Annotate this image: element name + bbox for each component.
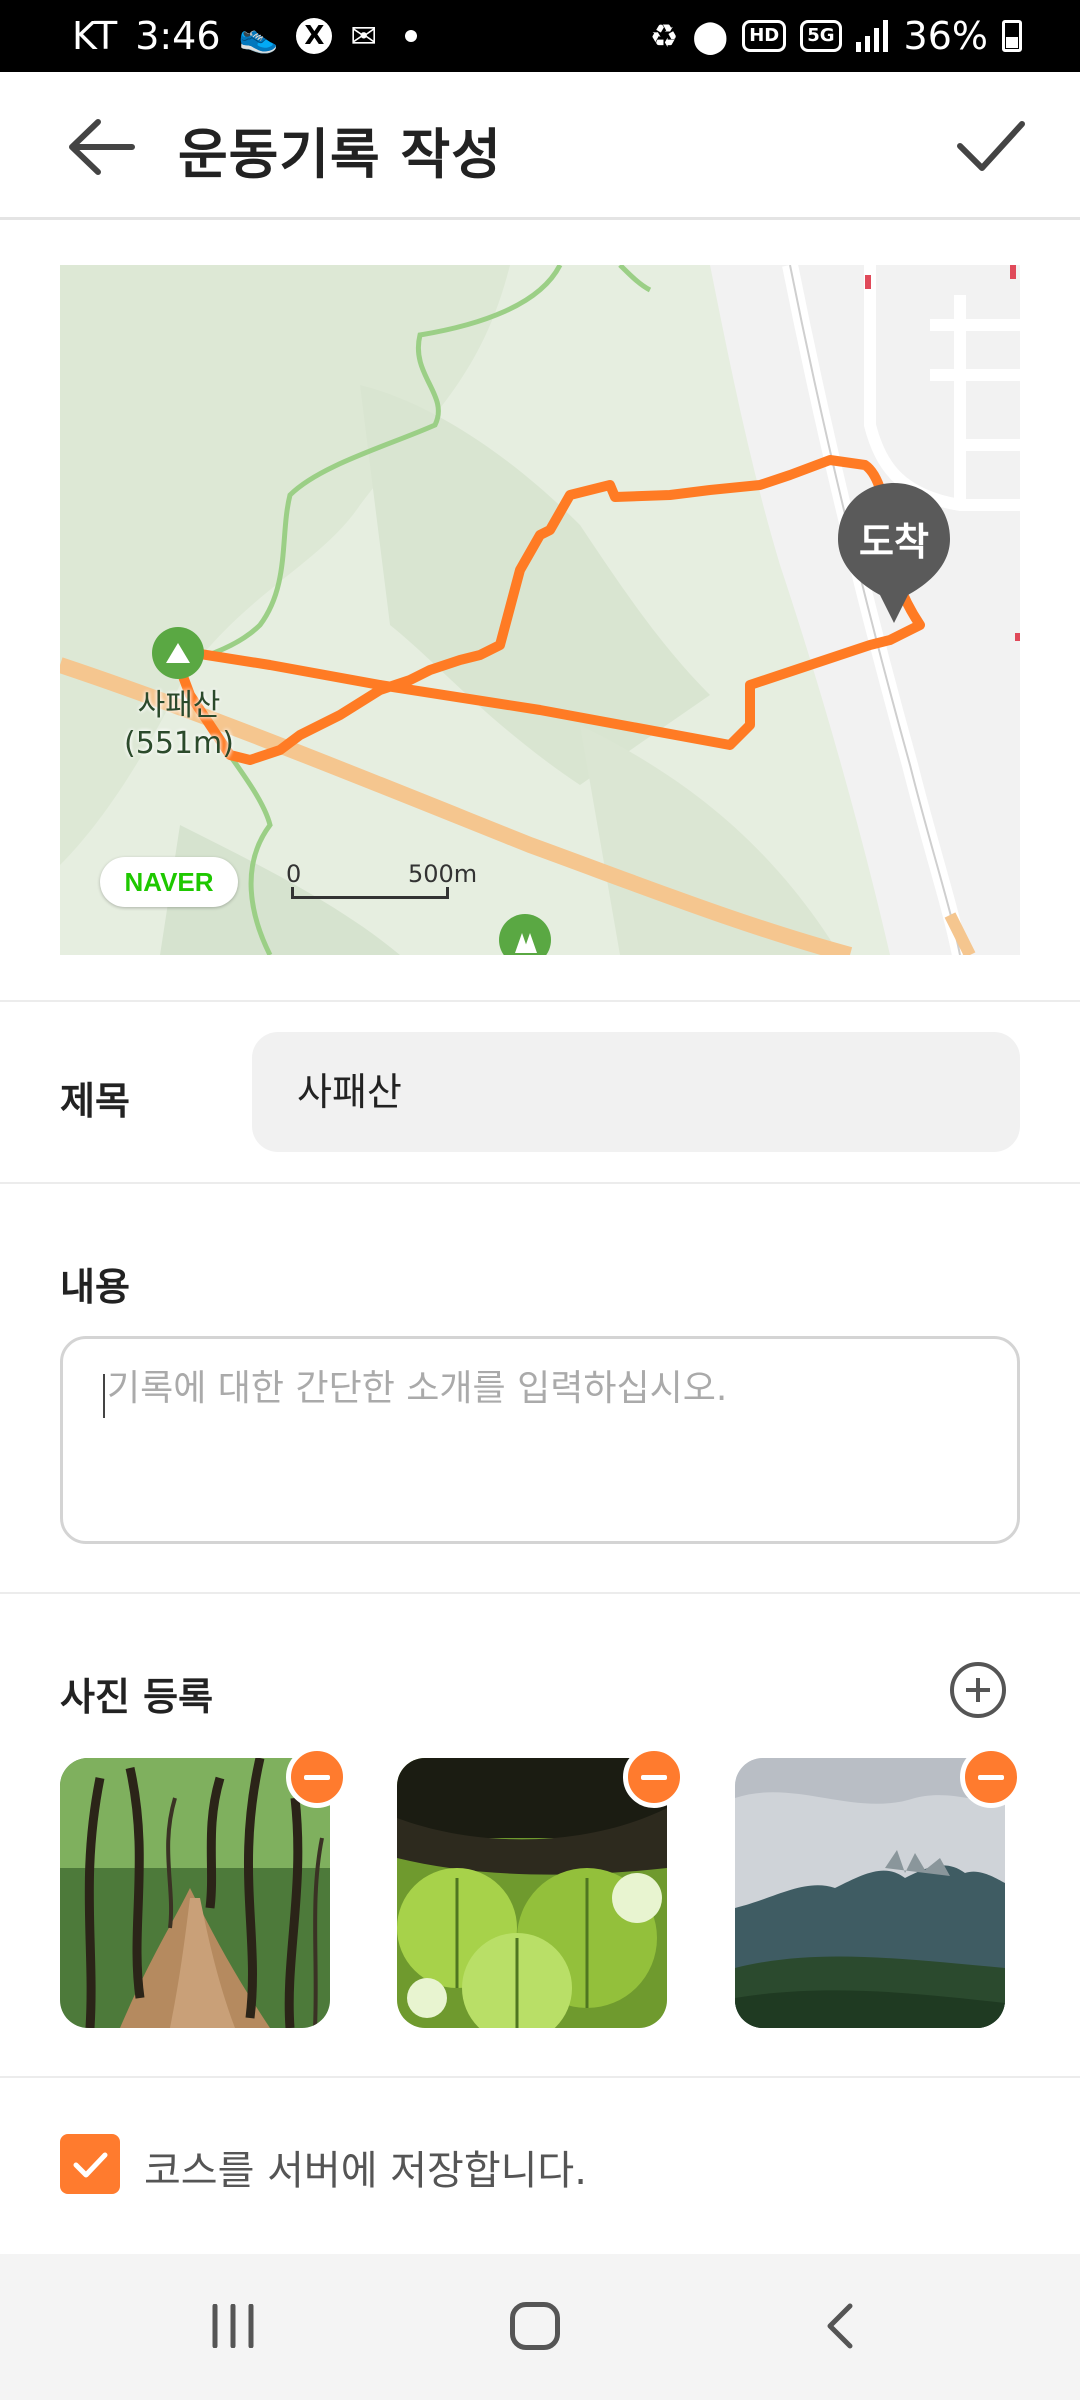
status-bar: KT 3:46 👟 X ✉ ♻ ⬤ HD 5G 36% bbox=[0, 0, 1080, 72]
photo-section-label: 사진 등록 bbox=[60, 1675, 214, 1719]
hd-voice-icon: HD bbox=[742, 20, 787, 52]
route-map[interactable]: 도착 사패산 (551m) NAVER 0 500m bbox=[60, 265, 1020, 955]
notification-dot-icon bbox=[405, 30, 418, 42]
battery-icon bbox=[1002, 20, 1022, 52]
save-course-checkbox[interactable] bbox=[60, 2134, 120, 2194]
system-nav-bar bbox=[0, 2254, 1080, 2400]
status-bar-left: KT 3:46 👟 X ✉ bbox=[72, 14, 418, 58]
peak-elevation: (551m) bbox=[124, 726, 234, 761]
content-textarea[interactable]: 기록에 대한 간단한 소개를 입력하십시오. bbox=[60, 1336, 1020, 1544]
save-course-label[interactable]: 코스를 서버에 저장합니다. bbox=[144, 2138, 587, 2196]
status-bar-right: ♻ ⬤ HD 5G 36% bbox=[650, 14, 1022, 58]
app-header: 운동기록 작성 bbox=[0, 72, 1080, 220]
nav-back-icon[interactable] bbox=[822, 2302, 856, 2350]
text-caret bbox=[103, 1373, 105, 1418]
add-photo-plus-icon[interactable] bbox=[950, 1662, 1006, 1718]
divider bbox=[0, 2076, 1080, 2078]
leaves-backlit-photo bbox=[397, 1758, 667, 2028]
page-title: 운동기록 작성 bbox=[178, 123, 502, 186]
recycle-icon: ♻ bbox=[649, 17, 679, 55]
signal-icon bbox=[855, 20, 888, 52]
remove-photo-2-button[interactable] bbox=[623, 1746, 685, 1808]
arrival-marker-label: 도착 bbox=[859, 520, 929, 564]
photo-thumbnail-2[interactable] bbox=[397, 1758, 667, 2028]
naver-logo: NAVER bbox=[100, 857, 238, 907]
home-icon[interactable] bbox=[510, 2302, 560, 2350]
battery-percent: 36% bbox=[903, 14, 988, 58]
divider bbox=[0, 1000, 1080, 1002]
content-label: 내용 bbox=[60, 1265, 130, 1309]
map-scale-start: 0 bbox=[286, 860, 302, 888]
title-label: 제목 bbox=[60, 1079, 130, 1123]
clock: 3:46 bbox=[135, 14, 221, 58]
remove-photo-3-button[interactable] bbox=[960, 1746, 1022, 1808]
mail-icon: ✉ bbox=[350, 17, 378, 55]
x-app-icon: X bbox=[296, 18, 333, 54]
recent-apps-icon[interactable] bbox=[210, 2304, 256, 2348]
photo-thumbnail-1[interactable] bbox=[60, 1758, 330, 2028]
divider bbox=[0, 1592, 1080, 1594]
checkmark-icon bbox=[73, 2152, 108, 2178]
location-icon: ⬤ bbox=[692, 17, 729, 55]
title-input[interactable]: 사패산 bbox=[252, 1032, 1020, 1152]
mountain-ridge-photo bbox=[735, 1758, 1005, 2028]
remove-photo-1-button[interactable] bbox=[286, 1746, 348, 1808]
map-scale-label: 500m bbox=[408, 860, 478, 888]
network-type-icon: 5G bbox=[800, 20, 842, 52]
forest-trail-photo bbox=[60, 1758, 330, 2028]
shoe-icon: 👟 bbox=[238, 17, 279, 55]
peak-name: 사패산 bbox=[137, 688, 221, 723]
confirm-check-icon[interactable] bbox=[950, 110, 1030, 180]
photo-thumbnail-3[interactable] bbox=[735, 1758, 1005, 2028]
back-arrow-icon[interactable] bbox=[62, 112, 142, 182]
map-scale-bar bbox=[291, 887, 449, 899]
divider bbox=[0, 1182, 1080, 1184]
carrier-label: KT bbox=[72, 14, 118, 58]
content-placeholder: 기록에 대한 간단한 소개를 입력하십시오. bbox=[107, 1368, 728, 1409]
peak-label: 사패산 (551m) bbox=[120, 687, 238, 763]
